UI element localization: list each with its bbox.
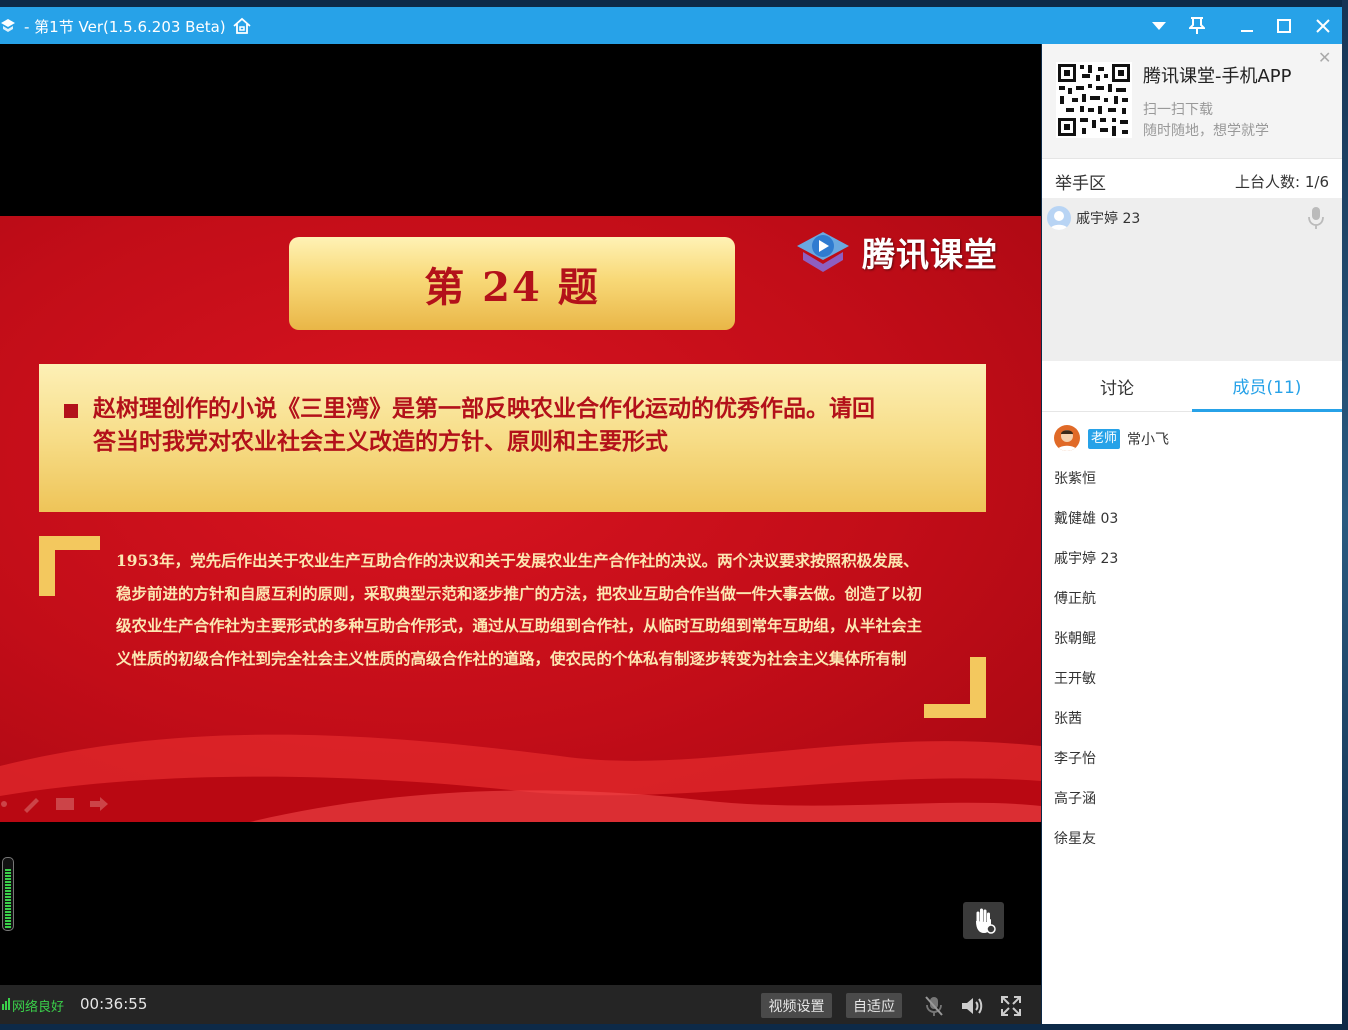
microphone-icon[interactable] xyxy=(1306,205,1326,231)
raise-hand-title: 举手区 xyxy=(1055,174,1106,194)
avatar xyxy=(1047,206,1071,230)
list-item[interactable]: 李子怡 xyxy=(1054,749,1096,769)
home-icon[interactable] xyxy=(232,16,252,36)
raise-hand-button[interactable] xyxy=(963,902,1004,939)
list-item[interactable]: 张朝鲲 xyxy=(1054,629,1096,649)
teacher-name: 常小飞 xyxy=(1127,432,1169,448)
list-item[interactable]: 高子涵 xyxy=(1054,789,1096,809)
close-icon xyxy=(1316,19,1330,33)
slide-title: 第 24 题 xyxy=(424,263,600,311)
minimize-button[interactable] xyxy=(1235,14,1259,38)
list-item[interactable]: 戚宇婷 23 xyxy=(1054,549,1118,569)
signal-icon xyxy=(2,998,10,1010)
app-logo-icon xyxy=(1,19,15,32)
teacher-badge: 老师 xyxy=(1088,429,1121,449)
fit-screen-button[interactable]: 自适应 xyxy=(846,993,902,1018)
bullet-square-icon xyxy=(64,404,78,418)
raise-hand-icon xyxy=(975,908,996,934)
tab-members[interactable]: 成员(11) xyxy=(1192,361,1342,412)
maximize-button[interactable] xyxy=(1272,14,1296,38)
app-download-promo: 腾讯课堂-手机APP 扫一扫下载 随时随地，想学就学 ✕ xyxy=(1042,44,1342,158)
chevron-down-icon xyxy=(1152,22,1166,30)
speaker-icon[interactable] xyxy=(960,994,984,1018)
list-item[interactable]: 戴健雄 03 xyxy=(1054,509,1118,529)
on-stage-count: 上台人数: 1/6 xyxy=(1235,173,1329,191)
close-promo-icon[interactable]: ✕ xyxy=(1318,48,1331,67)
mic-level-fill xyxy=(5,868,11,928)
mic-level-meter xyxy=(2,857,14,931)
fullscreen-icon[interactable] xyxy=(999,994,1023,1018)
teacher-avatar-icon xyxy=(1057,430,1077,451)
qr-code-icon xyxy=(1056,62,1132,138)
app-window: - 第1节 Ver(1.5.6.203 Beta) 第 24 题 腾讯课堂 赵树… xyxy=(0,0,1348,1030)
minimize-icon xyxy=(1241,30,1253,32)
slide-title-box: 第 24 题 xyxy=(289,237,735,330)
network-status: 网络良好 xyxy=(12,1000,65,1015)
mic-muted-icon[interactable] xyxy=(922,994,946,1018)
panel-tabs: 讨论 成员(11) xyxy=(1042,361,1342,412)
promo-subtitle: 扫一扫下载 xyxy=(1143,102,1213,118)
list-item[interactable]: 张紫恒 xyxy=(1054,469,1096,489)
user-icon xyxy=(1050,211,1068,230)
corner-decoration-top-left xyxy=(39,536,100,596)
slide-logo-text: 腾讯课堂 xyxy=(862,235,998,274)
shared-slide: 第 24 题 腾讯课堂 赵树理创作的小说《三里湾》是第一部反映农业合作化运动的优… xyxy=(0,216,1041,822)
video-area[interactable]: 第 24 题 腾讯课堂 赵树理创作的小说《三里湾》是第一部反映农业合作化运动的优… xyxy=(0,44,1041,985)
pin-icon xyxy=(1189,17,1205,34)
question-text: 赵树理创作的小说《三里湾》是第一部反映农业合作化运动的优秀作品。请回答当时我党对… xyxy=(93,395,875,455)
answer-text: 1953年，党先后作出关于农业生产互助合作的决议和关于发展农业生产合作社的决议。… xyxy=(116,551,923,668)
avatar xyxy=(1054,425,1080,451)
slide-toolbar xyxy=(1,797,108,813)
list-item[interactable]: 王开敏 xyxy=(1054,669,1096,689)
slide-wave-decoration xyxy=(0,734,1041,822)
list-item[interactable]: 徐星友 xyxy=(1054,829,1096,849)
close-button[interactable] xyxy=(1311,14,1335,38)
side-panel: 腾讯课堂-手机APP 扫一扫下载 随时随地，想学就学 ✕ 举手区 上台人数: 1… xyxy=(1042,44,1342,1024)
list-item[interactable]: 张茜 xyxy=(1054,709,1082,729)
list-item[interactable]: 傅正航 xyxy=(1054,589,1096,609)
raise-hand-header: 举手区 上台人数: 1/6 xyxy=(1042,158,1342,198)
pin-button[interactable] xyxy=(1185,14,1209,38)
raise-hand-list: 戚宇婷 23 xyxy=(1042,198,1342,361)
promo-slogan: 随时随地，想学就学 xyxy=(1143,123,1269,139)
maximize-icon xyxy=(1277,19,1291,33)
status-bar: 网络良好 00:36:55 视频设置 自适应 xyxy=(0,985,1041,1024)
raise-hand-user[interactable]: 戚宇婷 23 xyxy=(1076,208,1140,228)
class-timer: 00:36:55 xyxy=(80,995,148,1013)
video-settings-button[interactable]: 视频设置 xyxy=(761,993,832,1018)
dropdown-button[interactable] xyxy=(1147,14,1171,38)
title-bar: - 第1节 Ver(1.5.6.203 Beta) xyxy=(0,7,1342,44)
desktop-background-strip xyxy=(1342,0,1348,1030)
window-title: - 第1节 Ver(1.5.6.203 Beta) xyxy=(24,18,226,36)
tab-discussion[interactable]: 讨论 xyxy=(1042,361,1192,412)
promo-title: 腾讯课堂-手机APP xyxy=(1143,66,1292,87)
question-box: 赵树理创作的小说《三里湾》是第一部反映农业合作化运动的优秀作品。请回答当时我党对… xyxy=(39,364,986,512)
